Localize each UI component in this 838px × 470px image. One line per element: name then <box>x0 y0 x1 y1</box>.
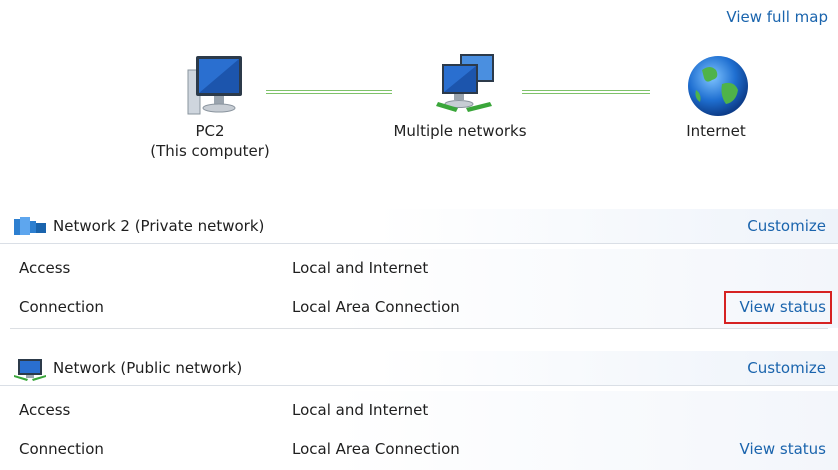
map-node-multiple-networks[interactable]: Multiple networks <box>380 50 540 142</box>
map-node-sublabel: (This computer) <box>150 142 270 160</box>
map-node-this-computer[interactable]: PC2 (This computer) <box>130 50 290 162</box>
globe-icon <box>688 56 748 116</box>
view-status-link[interactable]: View status <box>740 298 826 316</box>
customize-link[interactable]: Customize <box>747 359 826 377</box>
connection-value-link[interactable]: Local Area Connection <box>292 440 460 458</box>
access-label: Access <box>19 401 71 419</box>
section-divider <box>10 328 828 329</box>
connection-label: Connection <box>19 298 104 316</box>
network-header: Network 2 (Private network) Customize <box>0 209 838 244</box>
access-label: Access <box>19 259 71 277</box>
map-link-line <box>266 90 392 94</box>
network-row-connection: Connection Local Area Connection View st… <box>0 430 838 470</box>
network-header: Network (Public network) Customize <box>0 351 838 386</box>
network-name: Network (Public network) <box>53 359 243 377</box>
network-row-connection: Connection Local Area Connection View st… <box>0 288 838 328</box>
private-network-icon <box>14 217 46 235</box>
view-full-map-link[interactable]: View full map <box>726 8 828 26</box>
computer-icon <box>187 56 242 115</box>
map-node-label: PC2 <box>195 122 225 140</box>
map-node-internet[interactable]: Internet <box>636 50 796 142</box>
network-name: Network 2 (Private network) <box>53 217 265 235</box>
connection-value-link[interactable]: Local Area Connection <box>292 298 460 316</box>
customize-link[interactable]: Customize <box>747 217 826 235</box>
access-value: Local and Internet <box>292 259 429 277</box>
multiple-networks-icon <box>436 54 494 112</box>
view-status-link[interactable]: View status <box>740 440 826 458</box>
map-link-line <box>522 90 650 94</box>
network-row-access: Access Local and Internet <box>0 249 838 289</box>
public-network-icon <box>14 359 46 381</box>
connection-label: Connection <box>19 440 104 458</box>
access-value: Local and Internet <box>292 401 429 419</box>
network-row-access: Access Local and Internet <box>0 391 838 431</box>
map-node-label: Internet <box>686 122 746 140</box>
map-node-label: Multiple networks <box>393 122 527 140</box>
